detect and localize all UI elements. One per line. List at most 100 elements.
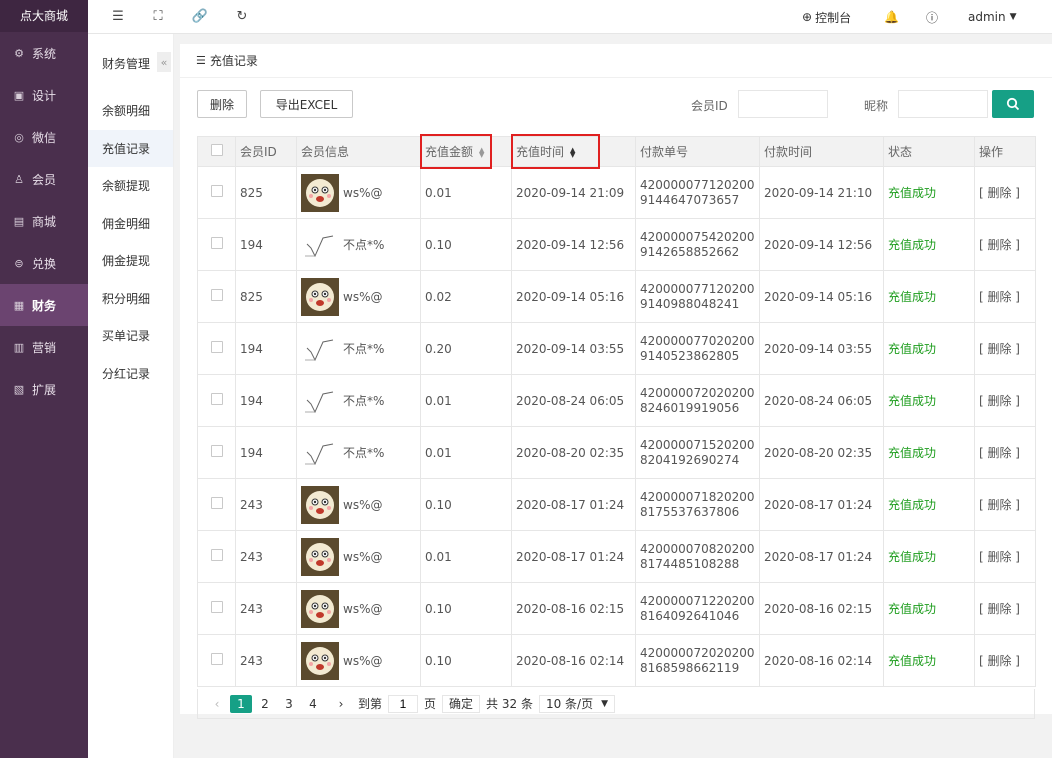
member-nickname: ws%@: [343, 601, 383, 616]
cell-recharge-time: 2020-08-16 02:14: [511, 634, 636, 687]
cell-pay-no: 4200000770202009140523862805: [635, 322, 760, 375]
nickname-input[interactable]: [898, 90, 988, 118]
row-checkbox[interactable]: [210, 237, 223, 249]
page-button-2[interactable]: 2: [254, 695, 276, 713]
link-icon[interactable]: 🔗: [192, 8, 208, 24]
refresh-icon[interactable]: ↻: [234, 8, 250, 24]
member-nickname: ws%@: [343, 653, 383, 668]
cell-status: 充值成功: [883, 166, 975, 219]
delete-button[interactable]: 删除: [197, 90, 247, 118]
row-checkbox[interactable]: [210, 497, 223, 509]
subnav-item-7[interactable]: 分红记录: [88, 355, 173, 393]
row-delete-link[interactable]: [ 删除 ]: [979, 446, 1020, 460]
row-select-cell: [197, 270, 236, 323]
goto-confirm-button[interactable]: 确定: [442, 694, 481, 713]
user-menu[interactable]: admin ▼: [968, 0, 1017, 34]
subnav-item-4[interactable]: 佣金提现: [88, 242, 173, 280]
row-checkbox[interactable]: [210, 653, 223, 665]
avatar-cartoon: [301, 537, 339, 576]
nav-item-0[interactable]: ⚙ 系统: [0, 32, 88, 74]
avatar-cartoon: [301, 485, 339, 524]
avatar-cartoon: [301, 277, 339, 316]
pay-no: 4200000712202008164092641046: [640, 593, 755, 623]
nav-item-5[interactable]: ⊜ 兑换: [0, 242, 88, 284]
console-link[interactable]: ⊕ 控制台: [802, 0, 851, 34]
subnav-item-3[interactable]: 佣金明细: [88, 205, 173, 243]
subnav-item-6[interactable]: 买单记录: [88, 317, 173, 355]
nav-item-2[interactable]: ◎ 微信: [0, 116, 88, 158]
cell-pay-time: 2020-08-16 02:15: [759, 582, 884, 635]
pay-no: 4200000771202009144647073657: [640, 177, 755, 207]
design-icon: ▣: [13, 88, 25, 102]
nav-item-1[interactable]: ▣ 设计: [0, 74, 88, 116]
nav-item-label: 系统: [32, 46, 57, 61]
pay-no: 4200000718202008175537637806: [640, 489, 755, 519]
row-delete-link[interactable]: [ 删除 ]: [979, 498, 1020, 512]
subnav-item-2[interactable]: 余额提现: [88, 167, 173, 205]
member-info: 不点*%: [301, 381, 416, 420]
cell-operation: [ 删除 ]: [974, 478, 1036, 531]
pay-no: 4200000770202009140523862805: [640, 333, 755, 363]
select-caret-icon: ▼: [601, 698, 609, 709]
top-bar: ☰ ⛶ 🔗 ↻ ⊕ 控制台 🔔 ⓘ admin ▼: [88, 0, 1052, 34]
collapse-chevron-icon[interactable]: «: [157, 52, 171, 72]
row-delete-link[interactable]: [ 删除 ]: [979, 186, 1020, 200]
cell-recharge-time: 2020-08-17 01:24: [511, 530, 636, 583]
member-info: ws%@: [301, 589, 416, 628]
avatar-sketch: [301, 381, 339, 420]
row-checkbox[interactable]: [210, 289, 223, 301]
pay-no: 4200000708202008174485108288: [640, 541, 755, 571]
username: admin: [968, 10, 1006, 24]
subnav-item-0[interactable]: 余额明细: [88, 92, 173, 130]
member-info: ws%@: [301, 277, 416, 316]
row-checkbox[interactable]: [210, 393, 223, 405]
status-badge: 充值成功: [888, 394, 937, 408]
row-delete-link[interactable]: [ 删除 ]: [979, 394, 1020, 408]
status-badge: 充值成功: [888, 498, 937, 512]
row-delete-link[interactable]: [ 删除 ]: [979, 602, 1020, 616]
bell-icon[interactable]: 🔔: [884, 0, 899, 34]
member-id-label: 会员ID: [691, 99, 728, 113]
app-logo[interactable]: 点大商城: [0, 0, 88, 32]
subnav-item-1[interactable]: 充值记录: [88, 129, 173, 167]
nav-item-8[interactable]: ▧ 扩展: [0, 368, 88, 410]
nav-item-6[interactable]: ▦ 财务: [0, 284, 88, 326]
row-checkbox[interactable]: [210, 601, 223, 613]
cell-amount: 0.02: [420, 270, 512, 323]
help-icon[interactable]: ⓘ: [926, 0, 938, 34]
per-page-select[interactable]: 10 条/页 ▼: [538, 694, 616, 713]
nav-item-3[interactable]: ♙ 会员: [0, 158, 88, 200]
row-delete-link[interactable]: [ 删除 ]: [979, 290, 1020, 304]
select-all-checkbox[interactable]: [210, 144, 223, 156]
subnav-item-5[interactable]: 积分明细: [88, 280, 173, 318]
nav-item-4[interactable]: ▤ 商城: [0, 200, 88, 242]
page-button-3[interactable]: 3: [278, 695, 300, 713]
page-button-1[interactable]: 1: [230, 694, 252, 713]
goto-page-input[interactable]: [388, 694, 419, 713]
cell-pay-time: 2020-08-17 01:24: [759, 478, 884, 531]
fullscreen-icon[interactable]: ⛶: [150, 8, 166, 24]
page-button-4[interactable]: 4: [302, 695, 324, 713]
member-id-input[interactable]: [738, 90, 828, 118]
main-sidebar: 点大商城 ⚙ 系统 ▣ 设计 ◎ 微信 ♙ 会员 ▤ 商城 ⊜ 兑换 ▦ 财务 ▥ 营销 ▧ 扩展: [0, 0, 88, 758]
finance-subnav: 财务管理 « 余额明细 充值记录 余额提现 佣金明细 佣金提现 积分明细 买单记录 分红记录: [88, 34, 174, 758]
row-checkbox[interactable]: [210, 185, 223, 197]
row-delete-link[interactable]: [ 删除 ]: [979, 550, 1020, 564]
prev-page-icon[interactable]: ‹: [206, 695, 228, 713]
search-button[interactable]: [992, 90, 1034, 118]
next-page-icon[interactable]: ›: [330, 695, 352, 713]
member-nickname: 不点*%: [343, 446, 385, 460]
row-delete-link[interactable]: [ 删除 ]: [979, 654, 1020, 668]
row-delete-link[interactable]: [ 删除 ]: [979, 342, 1020, 356]
nav-item-7[interactable]: ▥ 营销: [0, 326, 88, 368]
export-excel-button[interactable]: 导出EXCEL: [260, 90, 353, 118]
cell-member-id: 825: [235, 270, 297, 323]
cell-recharge-time: 2020-09-14 12:56: [511, 218, 636, 271]
table-row: 194 不点*% 0.01 2020-08-24 06:05 4200000720202…: [197, 374, 1036, 427]
member-info: ws%@: [301, 537, 416, 576]
menu-toggle-icon[interactable]: ☰: [110, 8, 126, 24]
row-checkbox[interactable]: [210, 549, 223, 561]
row-delete-link[interactable]: [ 删除 ]: [979, 238, 1020, 252]
row-checkbox[interactable]: [210, 341, 223, 353]
row-checkbox[interactable]: [210, 445, 223, 457]
